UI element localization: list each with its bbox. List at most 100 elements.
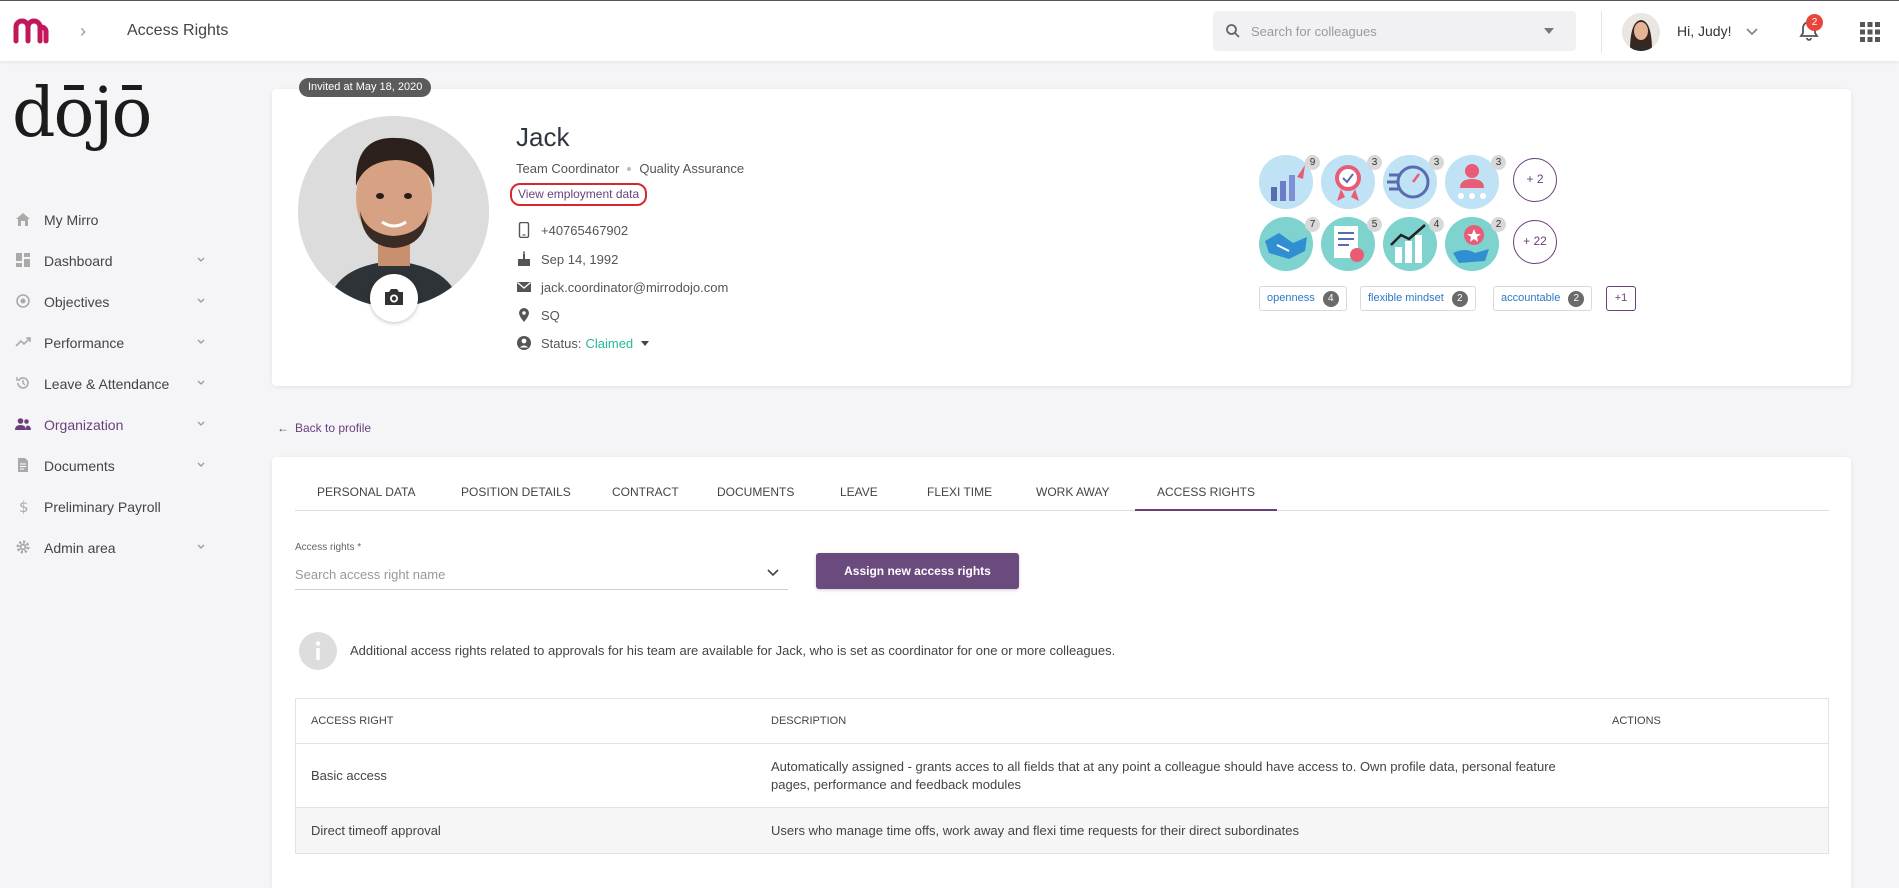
tab-access-rights[interactable]: ACCESS RIGHTS (1135, 477, 1278, 511)
column-header-description: DESCRIPTION (771, 715, 847, 727)
assign-access-rights-button[interactable]: Assign new access rights (816, 553, 1019, 589)
sidebar-item-objectives[interactable]: Objectives (0, 281, 222, 322)
user-greeting[interactable]: Hi, Judy! (1677, 23, 1731, 39)
phone-number: +40765467902 (541, 223, 629, 238)
tab-work-away[interactable]: WORK AWAY (1014, 477, 1132, 511)
caret-down-icon[interactable] (641, 341, 650, 346)
dashboard-icon (16, 253, 30, 267)
sidebar-item-dashboard[interactable]: Dashboard (0, 240, 222, 281)
badge-count: 7 (1305, 217, 1320, 232)
user-avatar[interactable] (1622, 13, 1660, 51)
profile-card (272, 89, 1851, 386)
people-icon (15, 418, 31, 430)
tab-flexi-time[interactable]: FLEXI TIME (905, 477, 1014, 511)
sidebar-item-admin-area[interactable]: Admin area (0, 527, 222, 568)
coordinator-info-note: Additional access rights related to appr… (350, 643, 1116, 658)
tab-personal-data[interactable]: PERSONAL DATA (295, 477, 437, 511)
divider (1601, 11, 1602, 53)
chevron-down-icon[interactable] (766, 566, 780, 580)
back-to-profile-link[interactable]: ← Back to profile (277, 421, 371, 435)
column-header-actions: ACTIONS (1612, 715, 1661, 727)
sidebar-item-label: My Mirro (44, 212, 99, 228)
sidebar-item-my-mirro[interactable]: My Mirro (0, 199, 222, 240)
tag-label: flexible mindset (1368, 292, 1444, 304)
sidebar-item-leave-attendance[interactable]: Leave & Attendance (0, 363, 222, 404)
mirro-logo-icon[interactable] (12, 17, 50, 45)
apps-grid-icon[interactable] (1860, 22, 1880, 42)
page-title: Access Rights (127, 22, 229, 39)
breadcrumb-chevron-icon: › (80, 21, 86, 41)
access-rights-field-label: Access rights * (295, 542, 362, 553)
value-tag-flexible-mindset[interactable]: flexible mindset 2 (1360, 286, 1476, 311)
search-placeholder: Search for colleagues (1251, 24, 1377, 39)
dojo-brand-logo[interactable]: dōjō (12, 80, 152, 148)
sidebar-item-label: Dashboard (44, 253, 113, 269)
search-dropdown-caret-icon[interactable] (1544, 28, 1554, 34)
chevron-down-icon (197, 257, 205, 262)
sidebar-nav: My Mirro Dashboard Objectives Performanc… (0, 199, 222, 568)
profile-role: Team Coordinator (516, 161, 620, 176)
status-line: Status: Claimed (541, 336, 650, 351)
chevron-down-icon (197, 380, 205, 385)
search-icon (1226, 24, 1240, 38)
sidebar-item-label: Organization (44, 417, 124, 433)
table-row: Basic access Automatically assigned - gr… (296, 743, 1828, 807)
access-right-description: Automatically assigned - grants acces to… (771, 759, 1556, 792)
profile-role-line: Team Coordinator Quality Assurance (516, 161, 744, 176)
tab-position-details[interactable]: POSITION DETAILS (439, 477, 593, 511)
profile-tabs: PERSONAL DATA POSITION DETAILS CONTRACT … (295, 477, 1829, 511)
chevron-down-icon (197, 421, 205, 426)
badge-count: 3 (1429, 155, 1444, 170)
tag-label: openness (1267, 292, 1315, 304)
tab-leave[interactable]: LEAVE (818, 477, 900, 511)
cake-icon (518, 251, 530, 266)
tab-documents[interactable]: DOCUMENTS (695, 477, 816, 511)
mail-icon (517, 282, 531, 292)
dollar-icon: $ (19, 498, 29, 514)
badge-count: 3 (1491, 155, 1506, 170)
badge-count: 4 (1429, 217, 1444, 232)
sidebar-item-performance[interactable]: Performance (0, 322, 222, 363)
sidebar-item-label: Leave & Attendance (44, 376, 170, 392)
home-icon (16, 213, 30, 226)
badge-count: 2 (1491, 217, 1506, 232)
sidebar-item-organization[interactable]: Organization (0, 404, 222, 445)
change-photo-button[interactable] (370, 274, 418, 322)
more-badges-button[interactable]: + 22 (1513, 220, 1557, 264)
status-dropdown[interactable]: Claimed (585, 336, 633, 351)
info-icon (299, 632, 337, 670)
access-rights-placeholder: Search access right name (295, 567, 446, 582)
view-employment-data-link[interactable]: View employment data (510, 183, 648, 206)
history-icon (16, 377, 29, 389)
colleague-search-input[interactable]: Search for colleagues (1213, 11, 1576, 51)
chevron-down-icon[interactable] (1744, 24, 1760, 40)
email-address: jack.coordinator@mirrodojo.com (541, 280, 729, 295)
document-icon (18, 458, 28, 472)
gear-icon (16, 540, 30, 554)
svg-text:$: $ (19, 498, 29, 514)
access-rights-table: ACCESS RIGHT DESCRIPTION ACTIONS Basic a… (295, 698, 1829, 854)
notification-count-badge: 2 (1806, 14, 1823, 31)
tag-count: 4 (1322, 291, 1339, 307)
value-tag-accountable[interactable]: accountable 2 (1493, 286, 1593, 311)
sidebar-item-label: Documents (44, 458, 115, 474)
target-icon (16, 294, 30, 308)
badge-count: 9 (1305, 155, 1320, 170)
more-tags-button[interactable]: +1 (1606, 286, 1636, 311)
chevron-down-icon (197, 339, 205, 344)
sidebar-item-preliminary-payroll[interactable]: $ Preliminary Payroll (0, 486, 222, 527)
phone-icon (518, 222, 530, 238)
chevron-down-icon (197, 544, 205, 549)
sidebar-item-label: Objectives (44, 294, 110, 310)
tab-contract[interactable]: CONTRACT (590, 477, 701, 511)
location-value: SQ (541, 308, 560, 323)
badge-count: 5 (1367, 217, 1382, 232)
status-label: Status: (541, 336, 582, 351)
access-rights-search-input[interactable]: Search access right name (295, 560, 788, 590)
value-tag-openness[interactable]: openness 4 (1259, 286, 1347, 311)
profile-department: Quality Assurance (639, 161, 745, 176)
more-badges-button[interactable]: + 2 (1513, 158, 1557, 202)
sidebar-item-documents[interactable]: Documents (0, 445, 222, 486)
birthday-date: Sep 14, 1992 (541, 252, 619, 267)
invited-date-badge: Invited at May 18, 2020 (299, 78, 432, 97)
